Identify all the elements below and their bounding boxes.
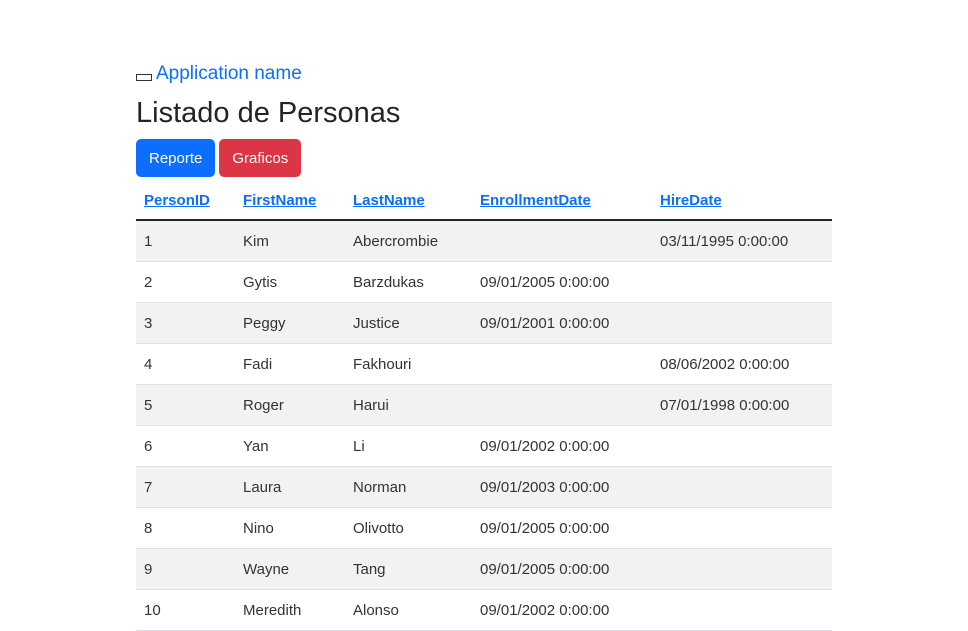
cell-hiredate	[652, 548, 832, 590]
main-container: Application name Listado de Personas Rep…	[136, 60, 832, 631]
cell-hiredate	[652, 507, 832, 549]
cell-personid: 6	[136, 425, 235, 467]
table-row: 10 Meredith Alonso 09/01/2002 0:00:00	[136, 589, 832, 631]
cell-lastname: Abercrombie	[345, 220, 472, 262]
action-buttons: Reporte Graficos	[136, 139, 832, 177]
cell-firstname: Gytis	[235, 261, 345, 303]
cell-enrollmentdate: 09/01/2002 0:00:00	[472, 589, 652, 631]
cell-firstname: Roger	[235, 384, 345, 426]
graficos-button[interactable]: Graficos	[219, 139, 302, 177]
table-row: 2 Gytis Barzdukas 09/01/2005 0:00:00	[136, 261, 832, 303]
app-name-link[interactable]: Application name	[156, 63, 302, 85]
cell-personid: 1	[136, 220, 235, 262]
cell-lastname: Fakhouri	[345, 343, 472, 385]
cell-personid: 5	[136, 384, 235, 426]
cell-hiredate: 03/11/1995 0:00:00	[652, 220, 832, 262]
cell-firstname: Fadi	[235, 343, 345, 385]
cell-lastname: Norman	[345, 466, 472, 508]
cell-lastname: Justice	[345, 302, 472, 344]
cell-personid: 7	[136, 466, 235, 508]
table-row: 5 Roger Harui 07/01/1998 0:00:00	[136, 384, 832, 426]
navbar: Application name	[136, 60, 832, 88]
cell-lastname: Olivotto	[345, 507, 472, 549]
table-row: 7 Laura Norman 09/01/2003 0:00:00	[136, 466, 832, 508]
cell-lastname: Harui	[345, 384, 472, 426]
personas-table: PersonID FirstName LastName EnrollmentDa…	[136, 181, 832, 631]
table-row: 3 Peggy Justice 09/01/2001 0:00:00	[136, 302, 832, 344]
cell-lastname: Alonso	[345, 589, 472, 631]
cell-enrollmentdate: 09/01/2005 0:00:00	[472, 548, 652, 590]
header-cell-hiredate: HireDate	[652, 181, 832, 221]
cell-enrollmentdate	[472, 343, 652, 385]
cell-lastname: Barzdukas	[345, 261, 472, 303]
sort-link-personid[interactable]: PersonID	[144, 192, 210, 209]
cell-firstname: Meredith	[235, 589, 345, 631]
header-cell-firstname: FirstName	[235, 181, 345, 221]
sort-link-lastname[interactable]: LastName	[353, 192, 425, 209]
header-cell-lastname: LastName	[345, 181, 472, 221]
header-cell-enrollmentdate: EnrollmentDate	[472, 181, 652, 221]
cell-personid: 9	[136, 548, 235, 590]
table-row: 4 Fadi Fakhouri 08/06/2002 0:00:00	[136, 343, 832, 385]
cell-enrollmentdate: 09/01/2002 0:00:00	[472, 425, 652, 467]
reporte-button[interactable]: Reporte	[136, 139, 216, 177]
cell-personid: 8	[136, 507, 235, 549]
sort-link-enrollmentdate[interactable]: EnrollmentDate	[480, 192, 591, 209]
cell-firstname: Yan	[235, 425, 345, 467]
sort-link-hiredate[interactable]: HireDate	[660, 192, 722, 209]
header-cell-personid: PersonID	[136, 181, 235, 221]
cell-firstname: Peggy	[235, 302, 345, 344]
cell-hiredate	[652, 466, 832, 508]
table-header-row: PersonID FirstName LastName EnrollmentDa…	[136, 181, 832, 221]
cell-personid: 2	[136, 261, 235, 303]
cell-enrollmentdate: 09/01/2001 0:00:00	[472, 302, 652, 344]
cell-personid: 4	[136, 343, 235, 385]
sort-link-firstname[interactable]: FirstName	[243, 192, 316, 209]
broken-image-icon	[136, 73, 152, 81]
cell-enrollmentdate: 09/01/2005 0:00:00	[472, 261, 652, 303]
cell-lastname: Li	[345, 425, 472, 467]
cell-enrollmentdate: 09/01/2005 0:00:00	[472, 507, 652, 549]
cell-enrollmentdate	[472, 220, 652, 262]
table-row: 8 Nino Olivotto 09/01/2005 0:00:00	[136, 507, 832, 549]
cell-hiredate	[652, 589, 832, 631]
cell-hiredate	[652, 425, 832, 467]
cell-firstname: Kim	[235, 220, 345, 262]
cell-enrollmentdate: 09/01/2003 0:00:00	[472, 466, 652, 508]
cell-personid: 10	[136, 589, 235, 631]
page-title: Listado de Personas	[136, 97, 401, 129]
cell-enrollmentdate	[472, 384, 652, 426]
table-row: 6 Yan Li 09/01/2002 0:00:00	[136, 425, 832, 467]
cell-firstname: Wayne	[235, 548, 345, 590]
cell-hiredate	[652, 261, 832, 303]
cell-hiredate: 07/01/1998 0:00:00	[652, 384, 832, 426]
cell-lastname: Tang	[345, 548, 472, 590]
table-row: 9 Wayne Tang 09/01/2005 0:00:00	[136, 548, 832, 590]
cell-firstname: Laura	[235, 466, 345, 508]
table-row: 1 Kim Abercrombie 03/11/1995 0:00:00	[136, 220, 832, 262]
cell-personid: 3	[136, 302, 235, 344]
cell-firstname: Nino	[235, 507, 345, 549]
cell-hiredate	[652, 302, 832, 344]
cell-hiredate: 08/06/2002 0:00:00	[652, 343, 832, 385]
